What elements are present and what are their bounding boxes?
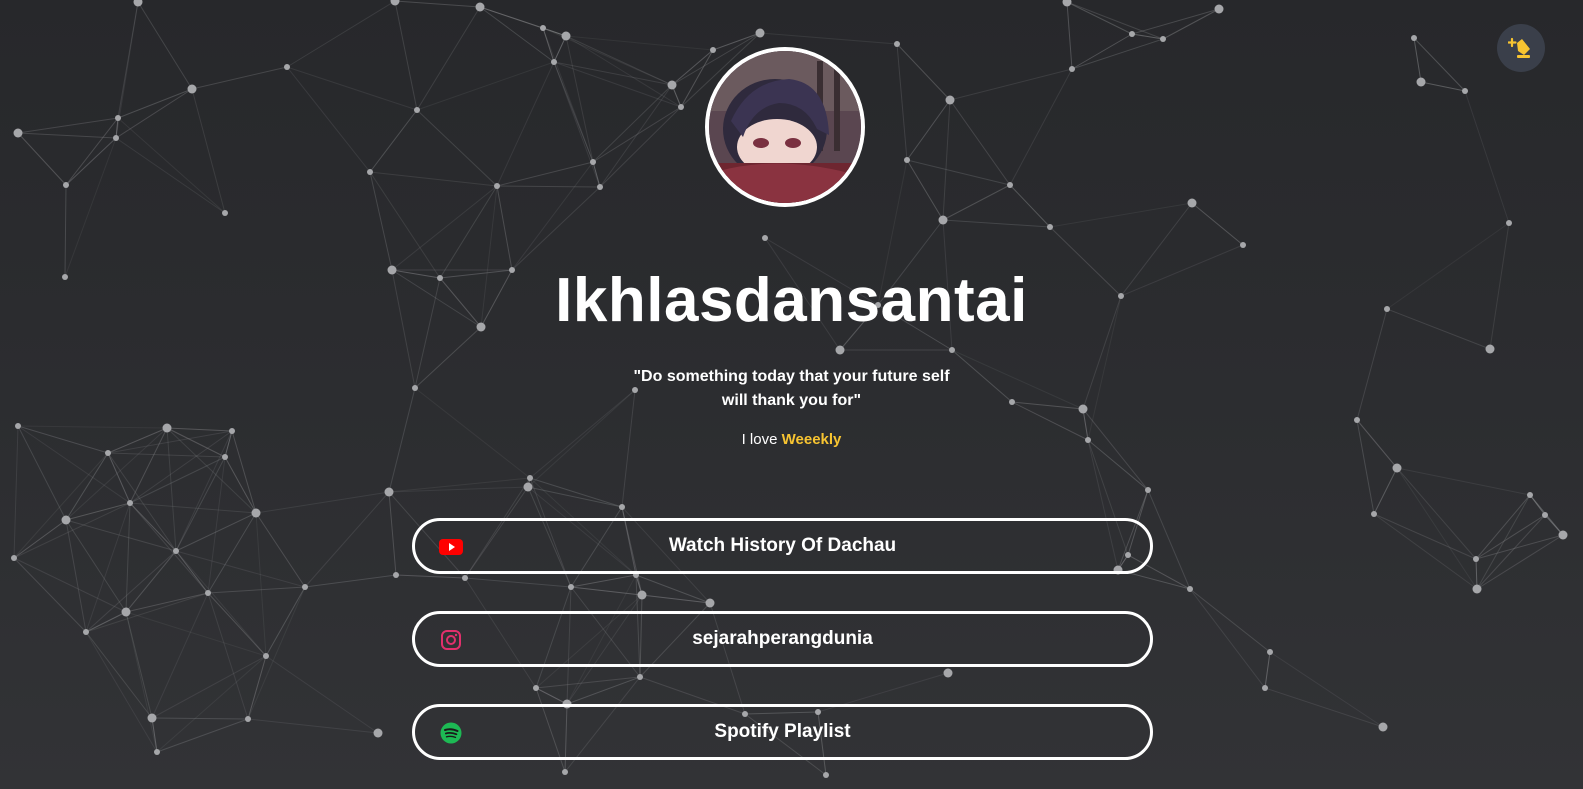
link-button-spotify[interactable]: Spotify Playlist [412, 704, 1153, 760]
link-button-youtube[interactable]: Watch History Of Dachau [412, 518, 1153, 574]
profile-name: Ikhlasdansantai [555, 266, 1028, 335]
youtube-icon [439, 539, 463, 555]
love-text: I love Weeekly [0, 430, 1583, 450]
link-label: Spotify Playlist [714, 721, 851, 742]
quote-line-1: "Do something today that your future sel… [633, 368, 950, 385]
profile-quote: "Do something today that your future sel… [0, 365, 1583, 413]
quote-line-2: will thank you for" [721, 392, 862, 409]
theme-toggle-button[interactable] [1497, 24, 1545, 72]
spotify-icon [440, 722, 462, 744]
link-label: sejarahperangdunia [692, 628, 873, 649]
theme-toggle-icon [1508, 37, 1530, 58]
link-label: Watch History Of Dachau [668, 535, 897, 556]
avatar [705, 47, 865, 207]
instagram-icon [441, 630, 461, 650]
link-button-instagram[interactable]: sejarahperangdunia [412, 611, 1153, 667]
love-prefix: I love [741, 431, 778, 448]
love-accent: Weeekly [781, 431, 842, 448]
